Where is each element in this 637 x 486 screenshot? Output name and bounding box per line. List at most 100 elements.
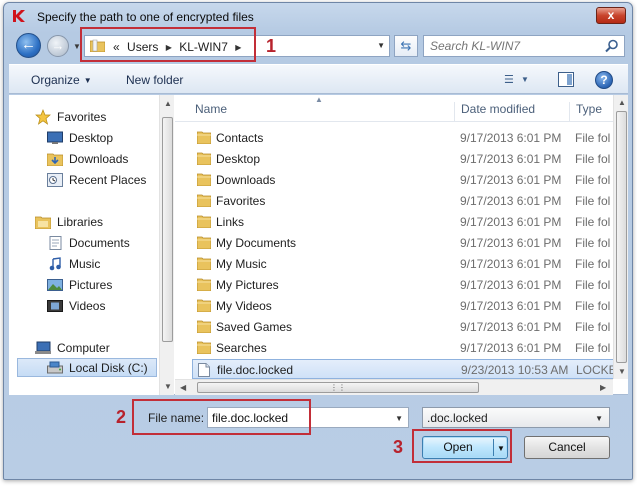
scroll-right-icon[interactable]: ▶	[600, 383, 606, 392]
nav-item-label: Pictures	[69, 277, 113, 292]
recent-places-icon	[47, 172, 63, 187]
star-icon	[35, 108, 51, 125]
table-row[interactable]: Downloads 9/17/2013 6:01 PM File fol	[192, 170, 628, 190]
annotation-number-2: 2	[116, 407, 127, 427]
scroll-down-icon[interactable]: ▼	[618, 367, 626, 376]
change-view-button[interactable]: ☰ ▼	[504, 73, 536, 89]
row-type: File fol	[575, 257, 611, 271]
nav-item-desktop[interactable]: Desktop	[47, 128, 113, 147]
folder-icon	[196, 236, 212, 252]
table-row[interactable]: Searches 9/17/2013 6:01 PM File fol	[192, 338, 628, 358]
table-row[interactable]: My Documents 9/17/2013 6:01 PM File fol	[192, 233, 628, 253]
file-list-vertical-scrollbar[interactable]: ▲ ▼	[613, 95, 628, 379]
row-date-modified: 9/17/2013 6:01 PM	[460, 278, 562, 292]
nav-group-label: Favorites	[57, 109, 107, 124]
scroll-up-icon[interactable]: ▲	[164, 99, 172, 108]
column-type[interactable]: Type	[569, 102, 602, 122]
file-list-scroll-thumb[interactable]	[616, 111, 627, 363]
nav-scrollbar[interactable]: ▲ ▼	[159, 95, 174, 395]
folder-icon	[196, 215, 212, 231]
forward-arrow-icon: →	[51, 38, 65, 53]
folder-icon	[196, 278, 212, 294]
refresh-button[interactable]: ⇆	[394, 35, 418, 57]
row-name: My Documents	[216, 236, 297, 250]
nav-item-local-disk[interactable]: Local Disk (C:)	[17, 358, 157, 377]
table-row[interactable]: Links 9/17/2013 6:01 PM File fol	[192, 212, 628, 232]
row-name: Saved Games	[216, 320, 293, 334]
row-name: Desktop	[216, 152, 261, 166]
preview-pane-icon[interactable]	[558, 72, 574, 87]
folder-icon	[196, 320, 212, 336]
sort-ascending-icon: ▲	[315, 95, 323, 104]
row-date-modified: 9/17/2013 6:01 PM	[460, 173, 562, 187]
content-area: Favorites Desktop Downloads Recent Place…	[9, 95, 628, 395]
scroll-up-icon[interactable]: ▲	[618, 98, 626, 107]
cancel-button[interactable]: Cancel	[524, 436, 610, 459]
nav-group-favorites[interactable]: Favorites	[35, 107, 106, 126]
row-type: File fol	[575, 278, 611, 292]
new-folder-button[interactable]: New folder	[126, 73, 183, 87]
help-button[interactable]: ?	[595, 71, 613, 89]
chevron-down-icon: ▼	[595, 414, 603, 423]
column-date-modified[interactable]: Date modified	[454, 102, 535, 122]
file-type-select[interactable]: .doc.locked ▼	[422, 407, 610, 428]
folder-icon	[196, 194, 212, 210]
file-icon	[198, 363, 210, 380]
search-input[interactable]	[430, 39, 600, 53]
annotation-number-1: 1	[266, 36, 277, 56]
nav-item-videos[interactable]: Videos	[47, 296, 105, 315]
nav-scroll-thumb[interactable]	[162, 117, 173, 342]
folder-icon	[196, 341, 212, 357]
row-date-modified: 9/17/2013 6:01 PM	[460, 131, 562, 145]
row-date-modified: 9/17/2013 6:01 PM	[460, 299, 562, 313]
nav-item-pictures[interactable]: Pictures	[47, 275, 112, 294]
nav-group-label: Computer	[57, 340, 110, 355]
table-row[interactable]: Desktop 9/17/2013 6:01 PM File fol	[192, 149, 628, 169]
search-box[interactable]	[423, 35, 625, 57]
file-list: ▲ Name Date modified Type Contacts 9/17/2…	[175, 95, 628, 395]
nav-item-recent-places[interactable]: Recent Places	[47, 170, 146, 189]
table-row[interactable]: My Videos 9/17/2013 6:01 PM File fol	[192, 296, 628, 316]
table-row[interactable]: Contacts 9/17/2013 6:01 PM File fol	[192, 128, 628, 148]
scroll-left-icon[interactable]: ◀	[180, 383, 186, 392]
close-button[interactable]: x	[596, 7, 626, 24]
file-list-horizontal-scrollbar[interactable]: ◀ ⋮⋮ ▶	[175, 379, 613, 395]
nav-group-computer[interactable]: Computer	[35, 338, 110, 357]
column-name[interactable]: Name	[195, 102, 227, 116]
organize-button[interactable]: Organize ▼	[31, 73, 92, 87]
row-name: Favorites	[216, 194, 266, 208]
kaspersky-logo-icon	[13, 10, 25, 22]
folder-icon	[196, 257, 212, 273]
nav-item-music[interactable]: Music	[47, 254, 100, 273]
row-name: file.doc.locked	[217, 363, 294, 377]
computer-icon	[35, 341, 51, 354]
row-name: Links	[216, 215, 245, 229]
libraries-icon	[35, 216, 51, 229]
folder-icon	[196, 131, 212, 147]
row-date-modified: 9/17/2013 6:01 PM	[460, 236, 562, 250]
file-open-dialog: Specify the path to one of encrypted fil…	[3, 2, 633, 480]
nav-item-label: Videos	[69, 298, 106, 313]
table-row[interactable]: My Music 9/17/2013 6:01 PM File fol	[192, 254, 628, 274]
chevron-down-icon[interactable]: ▼	[395, 414, 403, 423]
nav-group-libraries[interactable]: Libraries	[35, 212, 103, 231]
row-type: File fol	[575, 341, 611, 355]
back-button[interactable]: ←	[16, 33, 41, 58]
search-icon[interactable]	[605, 39, 619, 53]
scroll-down-icon[interactable]: ▼	[164, 382, 172, 391]
help-icon: ?	[600, 73, 608, 87]
table-row[interactable]: Favorites 9/17/2013 6:01 PM File fol	[192, 191, 628, 211]
table-row[interactable]: My Pictures 9/17/2013 6:01 PM File fol	[192, 275, 628, 295]
column-header: ▲ Name Date modified Type	[175, 95, 628, 122]
nav-item-downloads[interactable]: Downloads	[47, 149, 128, 168]
forward-button[interactable]: →	[47, 35, 69, 57]
address-dropdown-icon[interactable]: ▼	[377, 41, 385, 50]
grip-icon: ⋮⋮	[330, 383, 346, 392]
table-row[interactable]: Saved Games 9/17/2013 6:01 PM File fol	[192, 317, 628, 337]
file-list-hscroll-thumb[interactable]: ⋮⋮	[197, 382, 479, 393]
view-details-icon: ☰	[504, 74, 514, 86]
window-title: Specify the path to one of encrypted fil…	[37, 10, 254, 24]
nav-item-documents[interactable]: Documents	[47, 233, 130, 252]
row-name: My Videos	[216, 299, 272, 313]
table-row[interactable]: file.doc.locked 9/23/2013 10:53 AM LOCKE	[192, 359, 628, 379]
